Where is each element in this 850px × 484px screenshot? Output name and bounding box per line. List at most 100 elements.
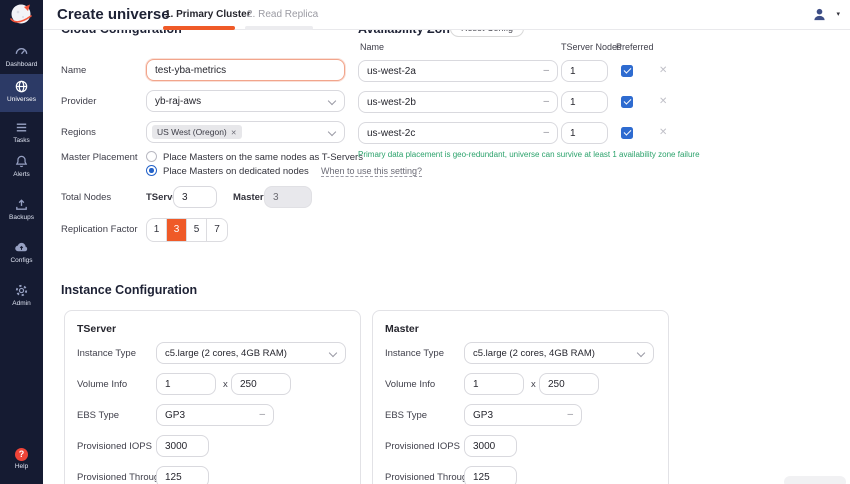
select-indicator-icon: [543, 61, 549, 83]
volume-info-label: Volume Info: [385, 379, 435, 390]
select-indicator-icon: [259, 405, 265, 427]
rf-option-7[interactable]: 7: [207, 219, 227, 241]
ebs-type-label: EBS Type: [77, 410, 119, 421]
admin-gear-icon: [14, 283, 29, 298]
ebs-type-value: GP3: [473, 410, 493, 421]
az-name-select[interactable]: us-west-2a: [358, 60, 558, 82]
az-node-count-input[interactable]: [561, 91, 608, 113]
select-indicator-icon: [543, 123, 549, 145]
geo-redundancy-note: Primary data placement is geo-redundant,…: [358, 150, 700, 159]
provisioned-iops-label: Provisioned IOPS: [77, 441, 152, 452]
provider-select[interactable]: yb-raj-aws: [146, 90, 345, 112]
chevron-down-icon: [637, 349, 645, 357]
sidebar-item-dashboard[interactable]: Dashboard: [0, 44, 43, 68]
az-name-select[interactable]: us-west-2b: [358, 91, 558, 113]
sidebar-item-label: Backups: [0, 214, 43, 221]
az-name-select[interactable]: us-west-2c: [358, 122, 558, 144]
provider-value: yb-raj-aws: [155, 96, 201, 107]
user-icon: [812, 7, 827, 22]
sidebar-item-label: Help: [0, 463, 43, 470]
provisioned-iops-input[interactable]: [464, 435, 517, 457]
volume-info-label: Volume Info: [77, 379, 127, 390]
az-node-count-input[interactable]: [561, 122, 608, 144]
radio-same-nodes[interactable]: [146, 151, 157, 162]
volume-size-input[interactable]: [231, 373, 291, 395]
rf-option-3[interactable]: 3: [167, 219, 187, 241]
sidebar-item-admin[interactable]: Admin: [0, 283, 43, 307]
radio-dedicated-nodes-label: Place Masters on dedicated nodes: [163, 166, 309, 177]
sidebar-item-label: Alerts: [0, 171, 43, 178]
ebs-type-label: EBS Type: [385, 410, 427, 421]
user-menu[interactable]: ▾: [812, 6, 840, 24]
remove-az-icon[interactable]: [659, 127, 667, 138]
remove-az-icon[interactable]: [659, 96, 667, 107]
sidebar-item-configs[interactable]: Configs: [0, 240, 43, 264]
tab-primary-cluster[interactable]: 1. Primary Cluster: [165, 9, 251, 20]
sidebar-item-label: Admin: [0, 300, 43, 307]
regions-label: Regions: [61, 127, 96, 138]
sidebar-item-label: Configs: [0, 257, 43, 264]
instance-config-heading: Instance Configuration: [61, 283, 197, 297]
provisioned-throughput-input[interactable]: [464, 466, 517, 484]
ebs-type-value: GP3: [165, 410, 185, 421]
inactive-tab-underline: [245, 26, 313, 30]
volume-size-input[interactable]: [539, 373, 599, 395]
az-col-name: Name: [360, 42, 384, 52]
instance-type-select[interactable]: c5.large (2 cores, 4GB RAM): [156, 342, 346, 364]
sidebar-item-universes[interactable]: Universes: [0, 74, 43, 112]
tab-read-replica[interactable]: 2. Read Replica: [247, 9, 318, 20]
remove-az-icon[interactable]: [659, 65, 667, 76]
tserver-count-input[interactable]: [173, 186, 217, 208]
volume-count-input[interactable]: [156, 373, 216, 395]
instance-type-label: Instance Type: [385, 348, 444, 359]
ebs-type-select[interactable]: GP3: [464, 404, 582, 426]
provider-label: Provider: [61, 96, 96, 107]
sidebar-item-tasks[interactable]: Tasks: [0, 120, 43, 144]
preferred-checkbox[interactable]: [621, 127, 633, 139]
page-title: Create universe: [57, 6, 170, 23]
instance-type-select[interactable]: c5.large (2 cores, 4GB RAM): [464, 342, 654, 364]
tserver-panel: TServer Instance Type c5.large (2 cores,…: [64, 310, 361, 484]
tasks-list-icon: [14, 120, 29, 135]
help-question-icon: [15, 448, 28, 461]
sidebar-item-backups[interactable]: Backups: [0, 197, 43, 221]
chevron-down-icon: [328, 97, 336, 105]
preferred-checkbox[interactable]: [621, 96, 633, 108]
rf-option-5[interactable]: 5: [187, 219, 207, 241]
tserver-panel-title: TServer: [77, 323, 116, 335]
name-label: Name: [61, 65, 86, 76]
app-logo[interactable]: [0, 0, 43, 30]
sidebar-item-label: Tasks: [0, 137, 43, 144]
az-name-value: us-west-2c: [367, 128, 415, 139]
region-chip[interactable]: US West (Oregon): [152, 125, 242, 139]
radio-same-nodes-label: Place Masters on the same nodes as T-Ser…: [163, 152, 363, 163]
instance-type-label: Instance Type: [77, 348, 136, 359]
provisioned-iops-input[interactable]: [156, 435, 209, 457]
master-count-input: [264, 186, 312, 208]
content-area: Cloud Configuration Name Provider yb-raj…: [43, 0, 850, 484]
regions-select[interactable]: US West (Oregon): [146, 121, 345, 143]
volume-times-label: x: [531, 379, 536, 390]
name-input[interactable]: [146, 59, 345, 81]
rf-option-1[interactable]: 1: [147, 219, 167, 241]
chevron-down-icon: [328, 128, 336, 136]
master-placement-label: Master Placement: [61, 152, 138, 163]
sidebar-nav: Dashboard Universes Tasks Alerts: [0, 0, 43, 484]
when-to-use-link[interactable]: When to use this setting?: [321, 166, 422, 177]
ebs-type-select[interactable]: GP3: [156, 404, 274, 426]
remove-region-icon[interactable]: [231, 127, 237, 137]
chevron-down-icon: [329, 349, 337, 357]
select-indicator-icon: [567, 405, 573, 427]
sidebar-item-alerts[interactable]: Alerts: [0, 154, 43, 178]
preferred-checkbox[interactable]: [621, 65, 633, 77]
alerts-bell-icon: [14, 154, 29, 169]
total-nodes-label: Total Nodes: [61, 192, 111, 203]
chat-bubble[interactable]: [784, 476, 846, 484]
radio-dedicated-nodes[interactable]: [146, 165, 157, 176]
az-node-count-input[interactable]: [561, 60, 608, 82]
select-indicator-icon: [543, 92, 549, 114]
provisioned-throughput-input[interactable]: [156, 466, 209, 484]
az-name-value: us-west-2a: [367, 66, 416, 77]
sidebar-item-help[interactable]: Help: [0, 448, 43, 470]
volume-count-input[interactable]: [464, 373, 524, 395]
